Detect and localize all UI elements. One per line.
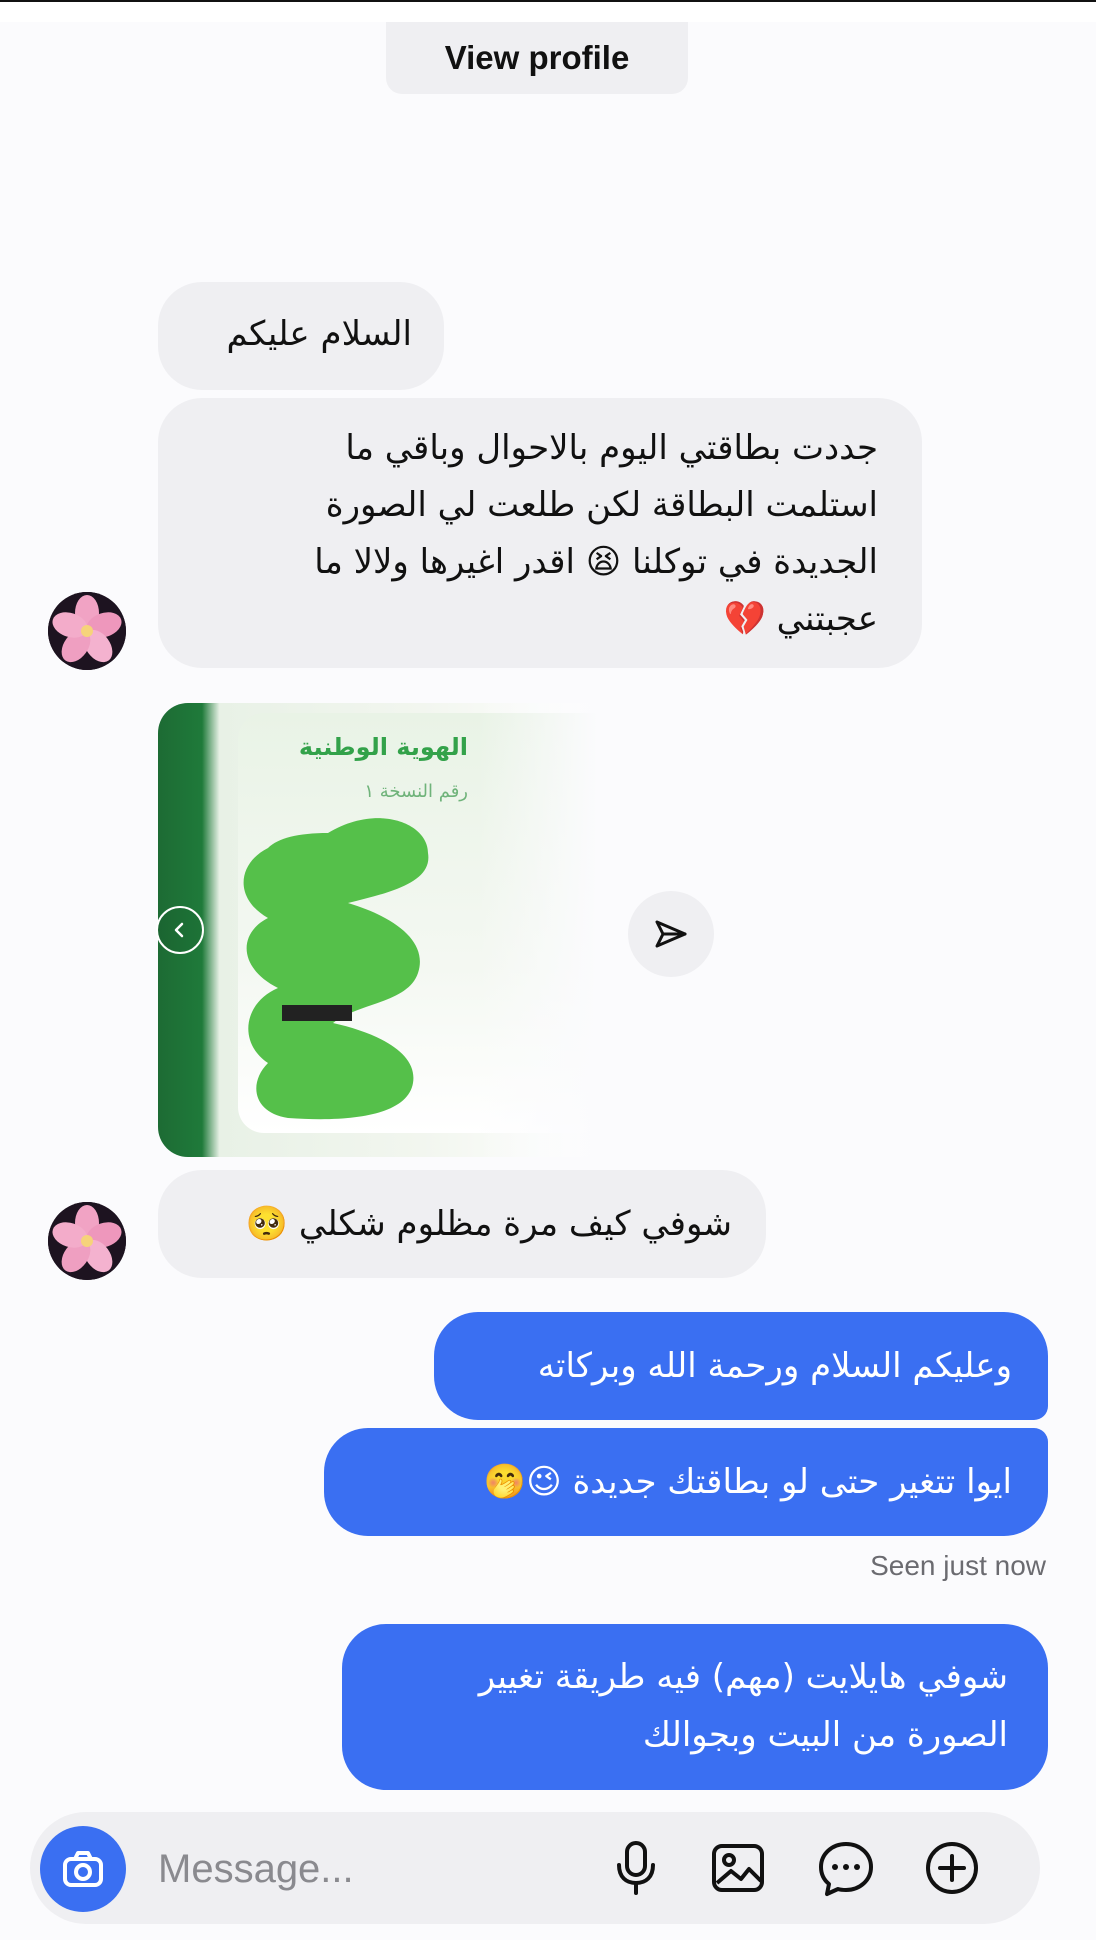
carousel-previous-button[interactable] xyxy=(156,906,204,954)
message-text: ايوا تتغير حتى لو بطاقتك جديدة 😉🤭 xyxy=(483,1462,1012,1502)
message-bubble-incoming[interactable]: شوفي كيف مرة مظلوم شكلي 🥺 xyxy=(158,1170,766,1278)
message-bubble-outgoing[interactable]: وعليكم السلام ورحمة الله وبركاته xyxy=(434,1312,1048,1420)
camera-button[interactable] xyxy=(40,1826,126,1912)
microphone-icon xyxy=(617,1841,655,1895)
send-icon xyxy=(655,920,687,948)
image-fade xyxy=(478,703,598,1157)
message-text: شوفي كيف مرة مظلوم شكلي 🥺 xyxy=(245,1204,732,1244)
add-button[interactable] xyxy=(920,1836,984,1900)
top-border xyxy=(0,0,1096,2)
message-input[interactable] xyxy=(156,1840,490,1898)
flower-avatar-image xyxy=(48,1202,126,1280)
gallery-icon xyxy=(712,1844,764,1892)
message-text: جددت بطاقتي اليوم بالاحوال وباقي ما استل… xyxy=(314,428,878,639)
message-bubble-incoming[interactable]: السلام عليكم xyxy=(158,282,444,390)
sticker-icon xyxy=(819,1842,873,1896)
message-text: شوفي هايلايت (مهم) فيه طريقة تغيير الصور… xyxy=(478,1657,1008,1755)
sender-avatar[interactable] xyxy=(48,1202,126,1280)
message-bubble-outgoing[interactable]: شوفي هايلايت (مهم) فيه طريقة تغيير الصور… xyxy=(342,1624,1048,1790)
shared-id-card-image[interactable]: الهوية الوطنية رقم النسخة ١ xyxy=(158,703,598,1157)
sender-avatar[interactable] xyxy=(48,592,126,670)
voice-message-button[interactable] xyxy=(604,1836,668,1900)
message-bubble-outgoing[interactable]: ايوا تتغير حتى لو بطاقتك جديدة 😉🤭 xyxy=(324,1428,1048,1536)
add-icon xyxy=(926,1842,978,1894)
message-text: السلام عليكم xyxy=(226,314,413,354)
message-bubble-incoming[interactable]: جددت بطاقتي اليوم بالاحوال وباقي ما استل… xyxy=(158,398,922,668)
view-profile-button[interactable]: View profile xyxy=(386,22,688,94)
message-text: وعليكم السلام ورحمة الله وبركاته xyxy=(537,1346,1012,1386)
seen-status: Seen just now xyxy=(870,1550,1046,1581)
sticker-button[interactable] xyxy=(814,1836,878,1900)
share-button[interactable] xyxy=(628,891,714,977)
message-composer xyxy=(30,1812,1040,1924)
chevron-left-icon xyxy=(174,922,184,938)
gallery-button[interactable] xyxy=(706,1836,770,1900)
camera-icon xyxy=(63,1851,103,1887)
flower-avatar-image xyxy=(48,592,126,670)
